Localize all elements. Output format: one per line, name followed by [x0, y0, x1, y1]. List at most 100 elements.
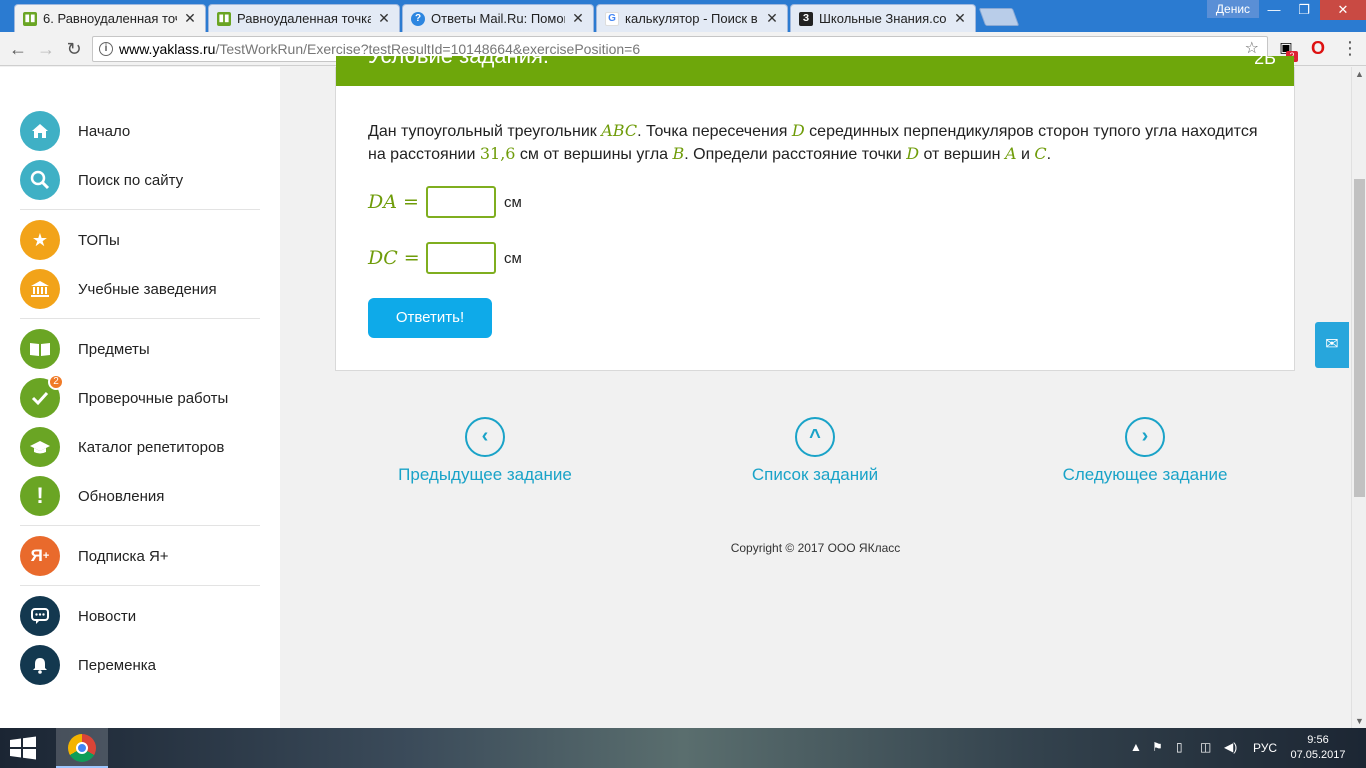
flag-icon[interactable]: ⚑ — [1152, 740, 1163, 754]
yaklass-icon: ▮▮ — [217, 11, 231, 26]
chevron-right-icon: › — [1125, 417, 1165, 457]
opera-icon[interactable]: O — [1308, 38, 1328, 58]
star-icon: ★ — [20, 220, 60, 260]
close-tab-icon[interactable]: ✕ — [571, 10, 585, 27]
sidebar-item-label: ТОПы — [78, 231, 120, 249]
scroll-down-icon[interactable]: ▼ — [1352, 714, 1366, 728]
task-statement: Дан тупоугольный треугольник ABC. Точка … — [368, 120, 1268, 166]
search-icon — [20, 160, 60, 200]
sidebar-item-tests[interactable]: 2 Проверочные работы — [20, 374, 260, 418]
tab-title: Равноудаленная точка с — [237, 11, 371, 26]
task-header-title: Условие задания: — [368, 56, 549, 68]
answer-input-dc[interactable] — [426, 242, 496, 274]
network-icon[interactable]: ◫ — [1200, 740, 1211, 754]
close-tab-icon[interactable]: ✕ — [377, 10, 391, 27]
next-task-label: Следующее задание — [1062, 465, 1228, 484]
system-clock[interactable]: 9:56 07.05.2017 — [1290, 733, 1346, 763]
mailru-question-icon: ? — [411, 11, 425, 26]
sidebar-item-label: Новости — [78, 607, 137, 625]
input-language[interactable]: РУС — [1253, 741, 1277, 755]
close-tab-icon[interactable]: ✕ — [183, 10, 197, 27]
windows-start-icon[interactable] — [8, 736, 40, 760]
close-tab-icon[interactable]: ✕ — [953, 10, 967, 27]
prev-task-link[interactable]: ‹ Предыдущее задание — [395, 417, 575, 485]
task-list-link[interactable]: ^ Список заданий — [725, 417, 905, 485]
sidebar-item-label: Обновления — [78, 487, 165, 505]
page-scrollbar[interactable]: ▲ ▼ — [1351, 67, 1366, 728]
sidebar-item-label: Учебные заведения — [78, 280, 217, 298]
math-var: A — [1004, 144, 1017, 163]
reload-icon[interactable]: ↻ — [62, 37, 86, 61]
feedback-mail-button[interactable]: ✉ — [1315, 322, 1349, 368]
submit-answer-button[interactable]: Ответить! — [368, 298, 492, 338]
info-icon[interactable]: i — [99, 42, 113, 56]
scroll-up-icon[interactable]: ▲ — [1352, 67, 1366, 81]
graduation-cap-icon — [20, 427, 60, 467]
forward-arrow-icon[interactable]: → — [34, 37, 58, 61]
main-content: Условие задания: 2Б Дан тупоугольный тре… — [280, 56, 1351, 728]
sidebar-item-institutions[interactable]: Учебные заведения — [20, 269, 260, 309]
tab-4[interactable]: G калькулятор - Поиск в G ✕ — [596, 4, 788, 32]
math-var: B — [672, 144, 685, 163]
home-icon — [20, 111, 60, 151]
tab-3[interactable]: ? Ответы Mail.Ru: Помоги ✕ — [402, 4, 594, 32]
task-text-part: от вершин — [919, 146, 1005, 163]
sidebar-divider — [20, 209, 260, 210]
url-host: www.yaklass.ru — [119, 41, 216, 57]
sidebar-item-updates[interactable]: ! Обновления — [20, 476, 260, 516]
notification-badge: 2 — [48, 374, 64, 390]
task-text-part: . Точка пересечения — [637, 123, 792, 140]
clock-date: 07.05.2017 — [1290, 749, 1346, 761]
menu-icon[interactable]: ⋮ — [1340, 38, 1360, 58]
check-icon: 2 — [20, 374, 64, 418]
close-window-icon[interactable]: ✕ — [1320, 0, 1366, 20]
task-text-part: и — [1016, 146, 1035, 163]
tab-title: 6. Равноудаленная точк — [43, 11, 177, 26]
sidebar-item-subscription[interactable]: Я + Подписка Я+ — [20, 536, 260, 576]
sidebar-item-subjects[interactable]: Предметы — [20, 329, 260, 369]
answer-label: DA = — [368, 191, 419, 213]
chevron-left-icon: ‹ — [465, 417, 505, 457]
tab-2[interactable]: ▮▮ Равноудаленная точка с ✕ — [208, 4, 400, 32]
institution-icon — [20, 269, 60, 309]
task-points: 2Б — [1254, 56, 1276, 68]
close-tab-icon[interactable]: ✕ — [765, 10, 779, 27]
new-tab-button[interactable] — [978, 8, 1020, 26]
copyright: Copyright © 2017 ООО ЯКласс — [730, 541, 901, 555]
sidebar-item-home[interactable]: Начало — [20, 111, 260, 151]
profile-user-label[interactable]: Денис — [1207, 0, 1259, 18]
sidebar-item-label: Поиск по сайту — [78, 171, 184, 189]
task-card: Условие задания: 2Б Дан тупоугольный тре… — [335, 56, 1295, 371]
sidebar-item-tutors[interactable]: Каталог репетиторов — [20, 427, 260, 467]
sidebar-item-break[interactable]: Переменка — [20, 645, 260, 685]
answer-input-da[interactable] — [426, 186, 496, 218]
chrome-taskbar-button[interactable] — [56, 728, 108, 768]
math-var: D — [906, 144, 920, 163]
browser-tab-strip: ▮▮ 6. Равноудаленная точк ✕ ▮▮ Равноудал… — [0, 0, 1366, 32]
volume-icon[interactable]: ◀) — [1224, 740, 1237, 754]
tab-title: Ответы Mail.Ru: Помоги — [431, 11, 565, 26]
task-list-label: Список заданий — [751, 465, 879, 484]
sidebar-item-tops[interactable]: ★ ТОПы — [20, 220, 260, 260]
minimize-window-icon[interactable]: — — [1259, 0, 1289, 20]
battery-icon[interactable]: ▯ — [1176, 740, 1183, 754]
sidebar-divider — [20, 525, 260, 526]
restore-window-icon[interactable]: ❐ — [1289, 0, 1319, 20]
math-number: 31,6 — [479, 144, 516, 163]
znanija-icon: З — [799, 11, 813, 26]
task-text-part: . Определи расстояние точки — [684, 146, 907, 163]
sidebar: Начало Поиск по сайту ★ ТОПы Учебные зав… — [0, 67, 280, 728]
scroll-thumb[interactable] — [1354, 179, 1365, 497]
tab-active[interactable]: ▮▮ 6. Равноудаленная точк ✕ — [14, 4, 206, 32]
next-task-link[interactable]: › Следующее задание — [1055, 417, 1235, 485]
sidebar-item-label: Предметы — [78, 340, 150, 358]
sidebar-item-news[interactable]: Новости — [20, 596, 260, 636]
tray-expand-icon[interactable]: ▲ — [1130, 740, 1142, 754]
back-arrow-icon[interactable]: ← — [6, 37, 30, 61]
tab-5[interactable]: З Школьные Знания.com ✕ — [790, 4, 976, 32]
sidebar-item-label: Проверочные работы — [78, 389, 229, 407]
task-text-part: . — [1046, 146, 1052, 163]
chat-icon — [20, 596, 60, 636]
sidebar-item-search[interactable]: Поиск по сайту — [20, 160, 260, 200]
book-icon — [20, 329, 60, 369]
